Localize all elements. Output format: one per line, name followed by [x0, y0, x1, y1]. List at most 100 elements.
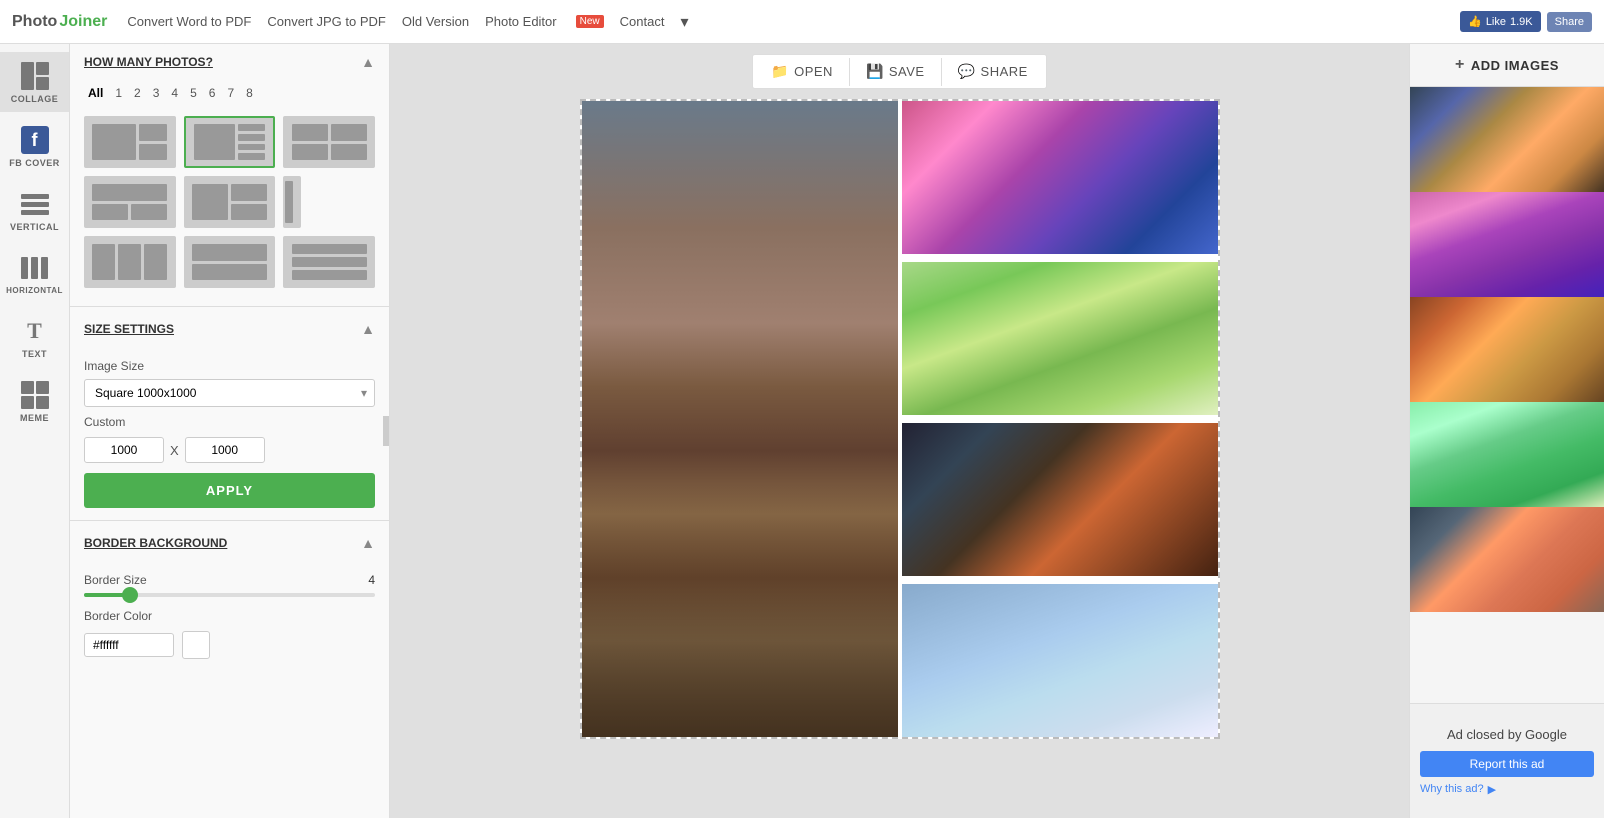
- thumb-icon: 👍: [1468, 15, 1482, 28]
- sidebar-item-meme[interactable]: MEME: [0, 371, 69, 431]
- brand-photo: Photo: [12, 13, 57, 31]
- sidebar-item-text[interactable]: T TEXT: [0, 307, 69, 367]
- custom-width-input[interactable]: [84, 437, 164, 463]
- main-layout: COLLAGE f FB COVER VERTICAL: [0, 44, 1604, 818]
- why-ad-text: Why this ad?: [1420, 783, 1484, 795]
- canvas-area: 📁 OPEN 💾 SAVE 💬 SHARE: [390, 44, 1409, 818]
- sidebar-item-vertical[interactable]: VERTICAL: [0, 180, 69, 240]
- panel-collapse-arrow[interactable]: ›: [383, 416, 390, 446]
- nav-old-version[interactable]: Old Version: [402, 14, 469, 29]
- how-many-photos-header[interactable]: HOW MANY PHOTOS? ▲: [70, 44, 389, 80]
- photo-cell-2[interactable]: [902, 101, 1218, 258]
- count-tab-5[interactable]: 5: [186, 84, 201, 102]
- thumbnail-2[interactable]: [1410, 192, 1604, 297]
- photo-cell-5[interactable]: [902, 584, 1218, 737]
- horizontal-icon: [19, 252, 51, 284]
- border-size-slider[interactable]: [84, 593, 375, 597]
- layout-thumb-6[interactable]: [283, 176, 301, 228]
- size-settings-header[interactable]: SIZE SETTINGS ▲: [70, 311, 389, 347]
- photo-cell-1[interactable]: [582, 101, 898, 737]
- controls-panel: HOW MANY PHOTOS? ▲ All 1 2 3 4 5 6 7 8: [70, 44, 390, 818]
- size-settings-content: Image Size Square 1000x1000 Landscape 15…: [70, 347, 389, 512]
- share-icon: 💬: [958, 63, 976, 80]
- layout-thumb-8[interactable]: [184, 236, 276, 288]
- ad-closed-line1: Ad closed by Google: [1447, 726, 1567, 744]
- collage-canvas: [580, 99, 1220, 739]
- border-color-swatch[interactable]: [182, 631, 210, 659]
- layout-thumb-7[interactable]: [84, 236, 176, 288]
- layout-thumb-5[interactable]: [184, 176, 276, 228]
- add-images-button[interactable]: + ADD IMAGES: [1410, 44, 1604, 87]
- border-section-content: Border Size 4 Border Color: [70, 561, 389, 663]
- count-tab-all[interactable]: All: [84, 84, 107, 102]
- count-tab-7[interactable]: 7: [223, 84, 238, 102]
- divider-1: [70, 306, 389, 307]
- count-tab-1[interactable]: 1: [111, 84, 126, 102]
- nav-convert-word[interactable]: Convert Word to PDF: [127, 14, 251, 29]
- toolbar-divider-1: [849, 58, 850, 86]
- count-tab-2[interactable]: 2: [130, 84, 145, 102]
- report-ad-button[interactable]: Report this ad: [1420, 751, 1594, 777]
- open-label: OPEN: [794, 64, 833, 79]
- how-many-photos-title: HOW MANY PHOTOS?: [84, 55, 213, 69]
- contact-arrow-icon[interactable]: ▾: [680, 12, 688, 32]
- collage-icon: [19, 60, 51, 92]
- meme-icon: [19, 379, 51, 411]
- size-settings-title: SIZE SETTINGS: [84, 322, 174, 336]
- count-tab-8[interactable]: 8: [242, 84, 257, 102]
- layout-thumb-1[interactable]: [84, 116, 176, 168]
- open-button[interactable]: 📁 OPEN: [757, 55, 847, 88]
- right-panel: + ADD IMAGES Ad closed by Google: [1409, 44, 1604, 818]
- why-ad-link[interactable]: Why this ad? ▶: [1420, 783, 1594, 796]
- border-background-title: BORDER BACKGROUND: [84, 536, 227, 550]
- thumbnail-5[interactable]: [1410, 507, 1604, 612]
- layout-thumb-2[interactable]: [184, 116, 276, 168]
- sidebar-item-horizontal[interactable]: HORIZONTAL: [0, 244, 69, 303]
- nav-photo-editor[interactable]: Photo Editor: [485, 14, 557, 29]
- nav-convert-jpg[interactable]: Convert JPG to PDF: [267, 14, 385, 29]
- layout-thumb-3[interactable]: [283, 116, 375, 168]
- brand-logo[interactable]: Photo Joiner: [12, 13, 107, 31]
- border-color-label: Border Color: [84, 609, 152, 623]
- apply-button[interactable]: APPLY: [84, 473, 375, 508]
- border-color-input[interactable]: [84, 633, 174, 657]
- count-tab-6[interactable]: 6: [205, 84, 220, 102]
- sidebar-horizontal-label: HORIZONTAL: [6, 286, 63, 295]
- sidebar: COLLAGE f FB COVER VERTICAL: [0, 44, 70, 818]
- top-nav: Photo Joiner Convert Word to PDF Convert…: [0, 0, 1604, 44]
- nav-contact[interactable]: Contact: [620, 14, 665, 29]
- image-size-select-wrapper: Square 1000x1000 Landscape 1500x1000 Por…: [84, 379, 375, 407]
- photo-count-tabs: All 1 2 3 4 5 6 7 8: [70, 80, 389, 112]
- sidebar-item-collage[interactable]: COLLAGE: [0, 52, 69, 112]
- photo-cell-3[interactable]: [902, 262, 1218, 419]
- custom-height-input[interactable]: [185, 437, 265, 463]
- fb-share-button[interactable]: Share: [1547, 12, 1592, 32]
- fb-cover-icon: f: [19, 124, 51, 156]
- border-background-header[interactable]: BORDER BACKGROUND ▲: [70, 525, 389, 561]
- nav-links: Convert Word to PDF Convert JPG to PDF O…: [127, 12, 1440, 32]
- sidebar-meme-label: MEME: [20, 413, 49, 423]
- image-size-select[interactable]: Square 1000x1000 Landscape 1500x1000 Por…: [84, 379, 375, 407]
- border-size-row: Border Size 4: [84, 573, 375, 587]
- count-tab-3[interactable]: 3: [149, 84, 164, 102]
- layout-thumb-9[interactable]: [283, 236, 375, 288]
- thumbnail-3[interactable]: [1410, 297, 1604, 402]
- sidebar-item-fb-cover[interactable]: f FB COVER: [0, 116, 69, 176]
- slider-thumb[interactable]: [122, 587, 138, 603]
- size-x-separator: X: [170, 443, 179, 458]
- fb-like-label: Like: [1486, 16, 1506, 28]
- thumbnail-4[interactable]: [1410, 402, 1604, 507]
- count-tab-4[interactable]: 4: [167, 84, 182, 102]
- photo-cell-4[interactable]: [902, 423, 1218, 580]
- save-button[interactable]: 💾 SAVE: [852, 55, 939, 88]
- toolbar-divider-2: [941, 58, 942, 86]
- thumbnail-1[interactable]: [1410, 87, 1604, 192]
- ad-area: Ad closed by Google Report this ad Why t…: [1410, 703, 1604, 818]
- layout-grid: [70, 112, 389, 302]
- layout-thumb-4[interactable]: [84, 176, 176, 228]
- sidebar-fbcover-label: FB COVER: [9, 158, 60, 168]
- share-label: SHARE: [981, 64, 1028, 79]
- share-button[interactable]: 💬 SHARE: [944, 55, 1042, 88]
- fb-like-button[interactable]: 👍 Like 1.9K: [1460, 11, 1541, 32]
- custom-size-row: X: [84, 437, 375, 463]
